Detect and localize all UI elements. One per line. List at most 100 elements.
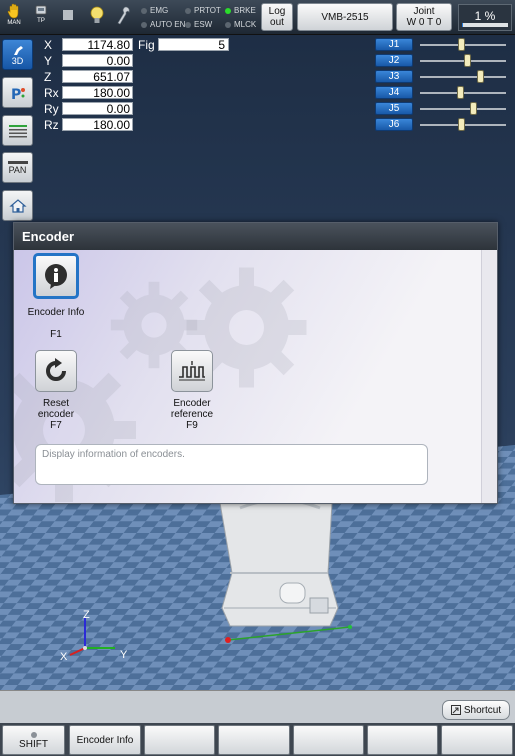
coord-rz-label: Rz bbox=[44, 118, 59, 132]
logout-button[interactable]: Log out bbox=[261, 3, 293, 31]
light-indicator[interactable] bbox=[85, 6, 109, 28]
pan-button[interactable]: PAN bbox=[2, 152, 33, 183]
joint-slider-thumb[interactable] bbox=[457, 86, 465, 99]
encoder-reference-key: F9 bbox=[186, 420, 198, 431]
joint-label-6[interactable]: J6 bbox=[375, 118, 413, 131]
encoder-info-button[interactable] bbox=[33, 253, 79, 299]
tool-axes bbox=[225, 625, 352, 643]
coord-rx-value: 180.00 bbox=[62, 86, 133, 100]
status-dot-on bbox=[225, 7, 231, 14]
coord-z-value: 651.07 bbox=[62, 70, 133, 84]
home-icon bbox=[8, 198, 27, 213]
teach-pendant-indicator[interactable]: TP bbox=[29, 3, 53, 24]
jog-point-button[interactable]: P bbox=[2, 77, 33, 108]
status-dot bbox=[141, 7, 147, 14]
fkey-7[interactable] bbox=[441, 725, 513, 755]
list-icon bbox=[8, 124, 27, 137]
reset-encoder-label: Reset encoder F7 bbox=[24, 398, 88, 431]
dialog-body: Encoder Info F1 Reset encoder F7 Encoder… bbox=[14, 250, 481, 503]
stop-indicator[interactable] bbox=[56, 9, 80, 23]
status-mlck: MLCK bbox=[225, 20, 256, 29]
coord-x-label: X bbox=[44, 38, 53, 52]
coord-rz-value: 180.00 bbox=[62, 118, 133, 132]
encoder-info-label: Encoder Info bbox=[27, 307, 85, 318]
fkey-6[interactable] bbox=[367, 725, 438, 755]
joint-slider-track[interactable] bbox=[420, 102, 506, 115]
reset-encoder-button[interactable] bbox=[35, 350, 77, 392]
robot-arm-icon bbox=[13, 45, 23, 55]
indicator-dot-icon bbox=[30, 731, 37, 738]
dialog-side-panel bbox=[481, 250, 497, 503]
stop-square-icon bbox=[63, 10, 73, 20]
coord-ry-value: 0.00 bbox=[62, 102, 133, 116]
axis-y-label: Y bbox=[120, 649, 128, 661]
fkey-3[interactable] bbox=[144, 725, 215, 755]
function-key-bar: SHIFT Encoder Info bbox=[0, 723, 515, 756]
dialog-title: Encoder bbox=[14, 223, 497, 250]
wrench-icon bbox=[117, 6, 130, 25]
info-icon bbox=[45, 264, 67, 289]
shift-key[interactable]: SHIFT bbox=[2, 725, 65, 755]
fkey-4[interactable] bbox=[218, 725, 290, 755]
tool-indicator[interactable] bbox=[112, 6, 136, 28]
joint-label-5[interactable]: J5 bbox=[375, 102, 413, 115]
view-3d-button[interactable]: 3D bbox=[2, 39, 33, 70]
reset-icon bbox=[46, 358, 66, 381]
joint-slider-thumb[interactable] bbox=[458, 38, 466, 51]
encoder-dialog: Encoder Encoder Info F1 Reset encoder F7… bbox=[13, 222, 498, 504]
joint-slider-track[interactable] bbox=[420, 86, 506, 99]
joint-slider-track[interactable] bbox=[420, 70, 506, 83]
coord-ry-label: Ry bbox=[44, 102, 59, 116]
manual-mode-indicator[interactable]: MAN bbox=[2, 3, 26, 26]
coord-rx-label: Rx bbox=[44, 86, 59, 100]
status-dot bbox=[185, 7, 191, 14]
status-dot bbox=[225, 21, 231, 28]
status-auto-en: AUTO EN bbox=[141, 20, 185, 29]
coord-z-label: Z bbox=[44, 70, 52, 84]
joint-slider-thumb[interactable] bbox=[470, 102, 478, 115]
shortcut-icon bbox=[450, 705, 461, 715]
speed-value: 1 % bbox=[474, 9, 496, 23]
fig-label: Fig bbox=[138, 38, 155, 52]
joint-mode-button[interactable]: Joint W 0 T 0 bbox=[396, 3, 452, 31]
joint-label-3[interactable]: J3 bbox=[375, 70, 413, 83]
joint-slider-track[interactable] bbox=[420, 54, 506, 67]
joint-slider-thumb[interactable] bbox=[477, 70, 485, 83]
speed-override[interactable]: 1 % bbox=[458, 4, 512, 31]
coord-y-label: Y bbox=[44, 54, 53, 68]
robot-model bbox=[219, 498, 339, 627]
status-dot bbox=[141, 21, 147, 28]
joint-label-2[interactable]: J2 bbox=[375, 54, 413, 67]
joint-slider-track[interactable] bbox=[420, 118, 506, 131]
fig-value: 5 bbox=[158, 38, 229, 52]
joint-label-4[interactable]: J4 bbox=[375, 86, 413, 99]
joint-slider-thumb[interactable] bbox=[458, 118, 466, 131]
axis-z-label: Z bbox=[83, 609, 90, 621]
joint-slider-track[interactable] bbox=[420, 38, 506, 51]
joint-slider-thumb[interactable] bbox=[464, 54, 472, 67]
bottom-strip: Shortcut bbox=[0, 690, 515, 723]
pulse-signal-icon bbox=[179, 361, 205, 381]
status-brke: BRKE bbox=[225, 6, 256, 15]
status-emg: EMG bbox=[141, 6, 168, 15]
fkey-encoder-info[interactable]: Encoder Info bbox=[69, 725, 141, 755]
svg-text:P: P bbox=[11, 87, 21, 102]
mode-label: MAN bbox=[7, 20, 21, 26]
list-view-button[interactable] bbox=[2, 115, 33, 146]
shortcut-button[interactable]: Shortcut bbox=[442, 700, 510, 720]
description-box: Display information of encoders. bbox=[35, 444, 428, 485]
coord-x-value: 1174.80 bbox=[62, 38, 133, 52]
encoder-reference-label: Encoder reference F9 bbox=[160, 398, 224, 431]
tp-label: TP bbox=[37, 18, 45, 24]
top-bar: MAN TP EMG AUTO EN PRTOT ESW BRKE MLCK L… bbox=[0, 0, 515, 35]
fkey-5[interactable] bbox=[293, 725, 364, 755]
joint-label-1[interactable]: J1 bbox=[375, 38, 413, 51]
encoder-info-key: F1 bbox=[50, 329, 62, 340]
robot-model-button[interactable]: VMB-2515 bbox=[297, 3, 393, 31]
home-view-button[interactable] bbox=[2, 190, 33, 221]
axis-x-label: X bbox=[60, 651, 68, 663]
lightbulb-icon bbox=[90, 6, 104, 23]
status-esw: ESW bbox=[185, 20, 212, 29]
encoder-reference-button[interactable] bbox=[171, 350, 213, 392]
status-prtot: PRTOT bbox=[185, 6, 221, 15]
